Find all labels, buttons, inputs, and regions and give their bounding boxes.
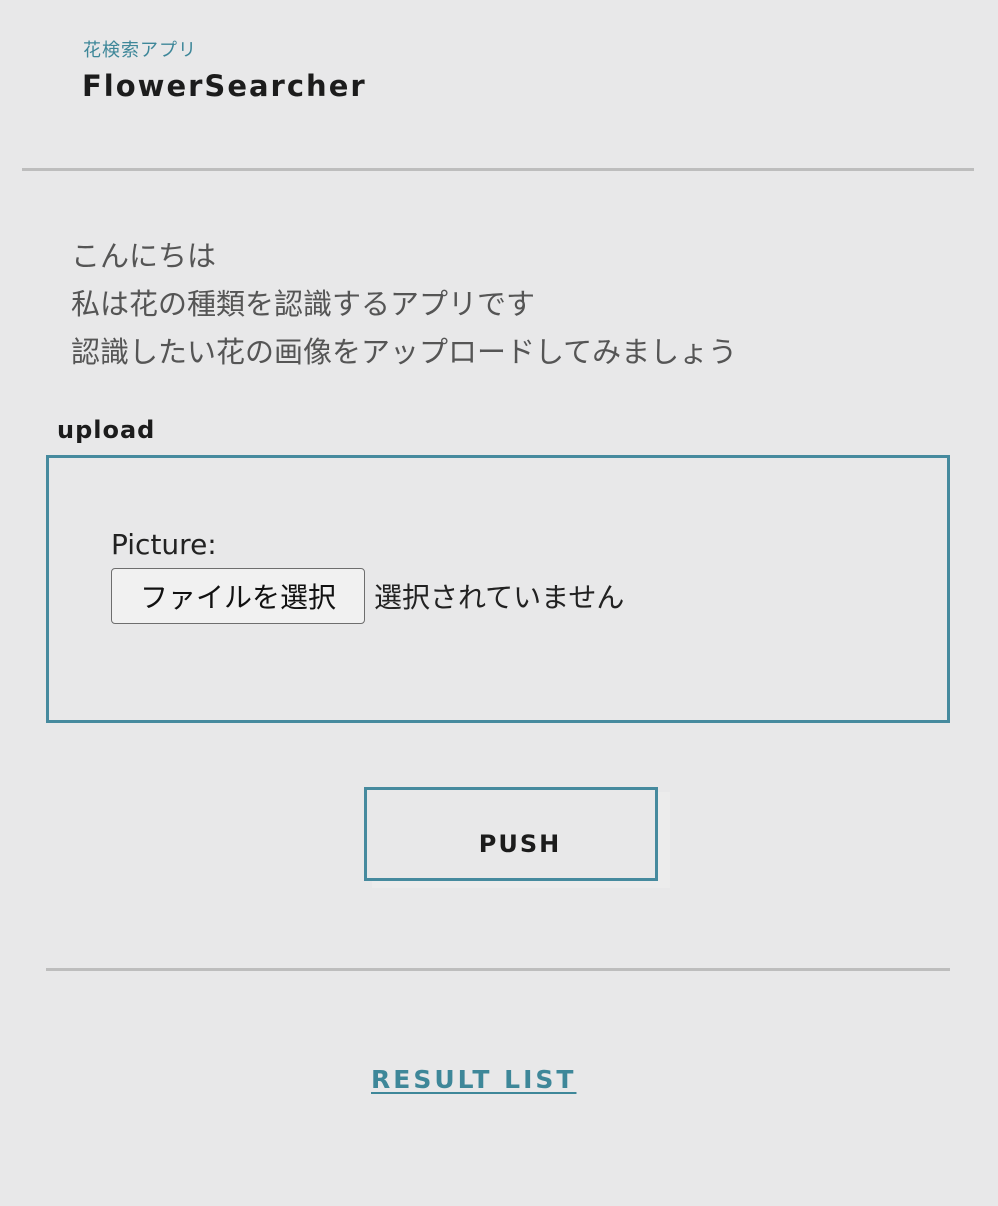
header-divider [22, 168, 974, 171]
result-list-link[interactable]: RESULT LIST [371, 1064, 576, 1096]
file-input[interactable]: ファイルを選択 選択されていません [111, 568, 624, 624]
picture-label: Picture: [111, 528, 217, 561]
app-logo: FlowerSearcher [82, 69, 367, 103]
upload-heading: upload [57, 416, 156, 444]
footer-divider [46, 968, 950, 971]
push-button[interactable]: PUSH [364, 787, 658, 881]
app-subtitle: 花検索アプリ [83, 40, 197, 61]
choose-file-button[interactable]: ファイルを選択 [111, 568, 365, 624]
intro-line-instruction: 認識したい花の画像をアップロードしてみましょう [71, 335, 738, 369]
intro-text: こんにちは 私は花の種類を認識するアプリです 認識したい花の画像をアップロードし… [71, 232, 737, 376]
file-status: 選択されていません [374, 581, 625, 614]
intro-line-description: 私は花の種類を認識するアプリです [71, 287, 536, 321]
intro-line-greeting: こんにちは [71, 239, 217, 273]
upload-form: Picture: ファイルを選択 選択されていません [46, 455, 950, 723]
